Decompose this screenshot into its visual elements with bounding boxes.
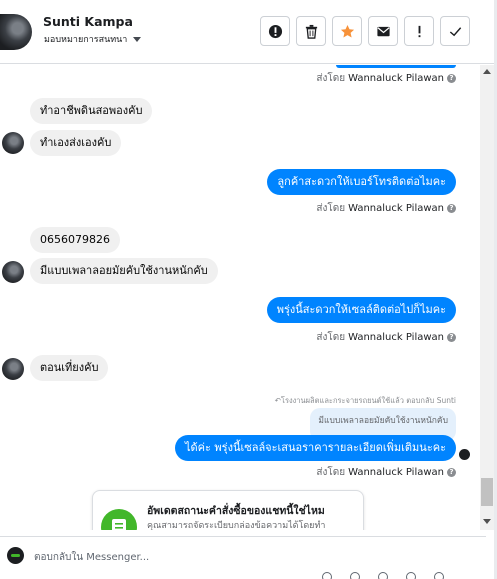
- done-button[interactable]: [440, 16, 470, 46]
- delete-button[interactable]: [296, 16, 326, 46]
- thread-scrollbar[interactable]: [480, 65, 494, 530]
- follow-up-button[interactable]: [404, 16, 434, 46]
- order-card-title: อัพเดตสถานะคำสั่งซื้อของแชทนี้ใช่ไหม: [147, 505, 325, 517]
- agent-name[interactable]: Wannaluck Pilawan: [348, 467, 444, 478]
- contact-avatar-small: [2, 132, 24, 154]
- more-icon[interactable]: [406, 572, 416, 579]
- message-bubble-incoming[interactable]: ทำเองส่งเองคับ: [30, 130, 122, 156]
- help-icon[interactable]: ?: [447, 74, 456, 83]
- sent-by-label: ส่งโดย Wannaluck Pilawan ?: [316, 71, 456, 86]
- sent-by-label: ส่งโดย Wannaluck Pilawan ?: [316, 465, 456, 480]
- star-icon: [340, 24, 354, 37]
- checkmark-icon: [449, 26, 461, 36]
- message-bubble-incoming[interactable]: ตอนเที่ยงคับ: [30, 355, 109, 381]
- exclamation-icon: [418, 25, 420, 37]
- sent-by-prefix: ส่งโดย: [316, 73, 346, 84]
- message-thread[interactable]: ส่งโดย Wannaluck Pilawan ? ทำอาชีพดินสอพ…: [0, 65, 478, 530]
- agent-name[interactable]: Wannaluck Pilawan: [348, 203, 444, 214]
- order-status-card[interactable]: อัพเดตสถานะคำสั่งซื้อของแชทนี้ใช่ไหม คุณ…: [92, 490, 364, 530]
- sent-by-prefix: ส่งโดย: [316, 203, 346, 214]
- caret-down-icon: [133, 36, 142, 42]
- scrollbar-thumb[interactable]: [481, 478, 493, 506]
- help-icon[interactable]: ?: [447, 333, 456, 342]
- reply-input[interactable]: ตอบกลับใน Messenger...: [34, 550, 149, 565]
- contact-avatar[interactable]: [0, 14, 32, 50]
- message-bubble-incoming[interactable]: 0656079826: [30, 227, 120, 253]
- emoji-icon[interactable]: [322, 572, 332, 579]
- help-icon[interactable]: ?: [447, 468, 456, 477]
- mark-unread-button[interactable]: [368, 16, 398, 46]
- conversation-header: Sunti Kampa มอบหมายการสนทนา: [0, 0, 497, 64]
- order-card-subtitle: คุณสามารถจัดระเบียบกล่องข้อความได้โดยทำ: [147, 521, 326, 530]
- scroll-down-arrow-icon[interactable]: [483, 519, 491, 524]
- message-bubble-outgoing[interactable]: พรุ่งนี้สะดวกให้เซลล์ติดต่อไปก็ไมคะ: [266, 297, 456, 323]
- sent-by-prefix: ส่งโดย: [316, 332, 346, 343]
- composer-toolbar: [322, 572, 482, 579]
- help-icon[interactable]: ?: [447, 204, 456, 213]
- assign-conversation-label: มอบหมายการสนทนา: [44, 35, 128, 45]
- assign-conversation-dropdown[interactable]: มอบหมายการสนทนา: [44, 32, 142, 46]
- conversation-toolbar: [260, 16, 470, 46]
- message-bubble-outgoing[interactable]: ลูกค้าสะดวกให้เบอร์โทรติดต่อไมคะ: [267, 169, 456, 195]
- seen-indicator-icon: [459, 449, 470, 460]
- envelope-icon: [376, 26, 390, 36]
- scroll-up-arrow-icon[interactable]: [483, 69, 491, 74]
- message-bubble-incoming[interactable]: มีแบบเพลาลอยมัยคับใช้งานหนักคับ: [30, 258, 218, 284]
- spam-button[interactable]: [260, 16, 290, 46]
- reply-composer: ตอบกลับใน Messenger...: [0, 536, 486, 579]
- agent-name[interactable]: Wannaluck Pilawan: [348, 332, 444, 343]
- contact-avatar-small: [2, 358, 24, 380]
- contact-name[interactable]: Sunti Kampa: [43, 14, 133, 29]
- reply-context-note: ↶โรงงานผลิตและกระจายรถยนต์ใช้แล้ว ตอบกลั…: [274, 396, 456, 405]
- receipt-icon: [101, 509, 137, 530]
- message-bubble-outgoing[interactable]: ได้ค่ะ พรุ่งนี้เซลล์จะเสนอราคารายละเอียด…: [174, 435, 456, 461]
- send-icon[interactable]: [434, 572, 444, 579]
- agent-name[interactable]: Wannaluck Pilawan: [348, 73, 444, 84]
- page-avatar: [7, 547, 24, 564]
- trash-icon: [305, 24, 317, 39]
- alert-circle-icon: [268, 24, 282, 38]
- message-bubble-incoming[interactable]: ทำอาชีพดินสอพองคับ: [30, 98, 153, 124]
- sent-by-label: ส่งโดย Wannaluck Pilawan ?: [316, 330, 456, 345]
- previous-outgoing-bubble-edge: [336, 65, 456, 68]
- sent-by-label: ส่งโดย Wannaluck Pilawan ?: [316, 201, 456, 216]
- contact-avatar-small: [2, 261, 24, 283]
- attachment-icon[interactable]: [350, 572, 360, 579]
- star-button[interactable]: [332, 16, 362, 46]
- sent-by-prefix: ส่งโดย: [316, 467, 346, 478]
- saved-reply-icon[interactable]: [378, 572, 388, 579]
